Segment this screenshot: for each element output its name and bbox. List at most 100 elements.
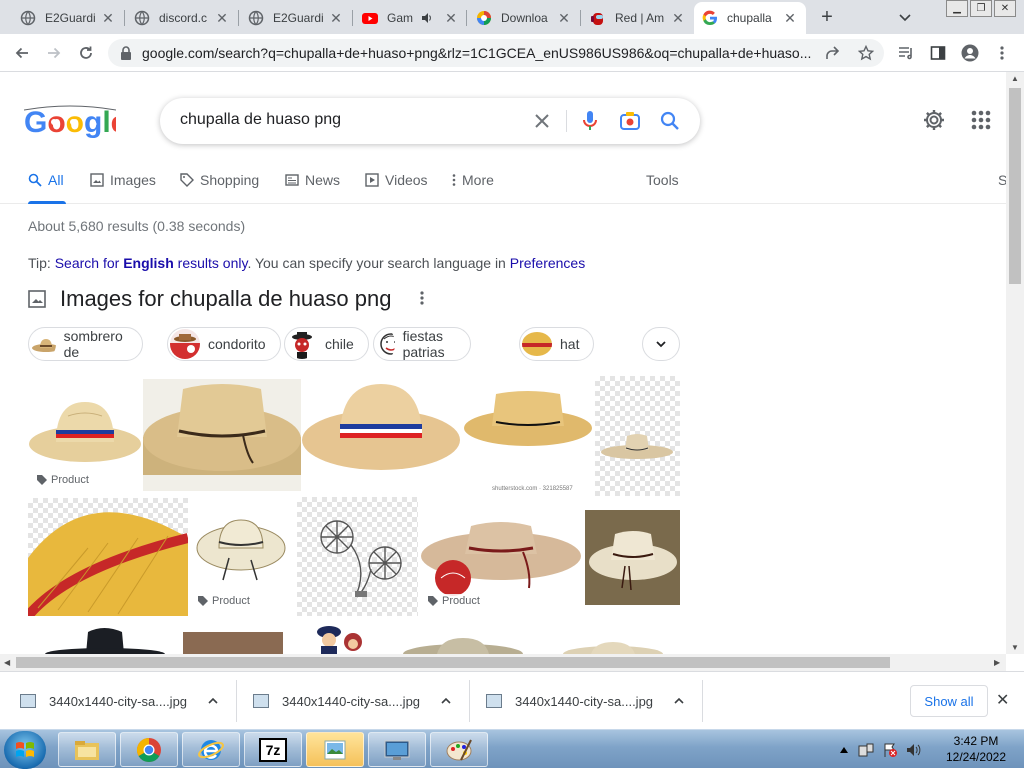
search-input[interactable]: chupalla de huaso png <box>180 111 341 129</box>
image-result[interactable] <box>595 376 680 496</box>
show-hidden-icons-icon[interactable] <box>840 746 848 753</box>
tab-news[interactable]: News <box>285 172 340 188</box>
vertical-scrollbar[interactable]: ▲ ▼ <box>1006 72 1024 654</box>
image-result[interactable] <box>391 620 537 654</box>
new-tab-button[interactable]: + <box>816 6 838 28</box>
close-tab-icon[interactable]: ✕ <box>782 10 798 26</box>
chip-hat[interactable]: hat <box>519 327 595 361</box>
taskbar-photo-viewer[interactable] <box>306 732 364 767</box>
chevron-up-icon[interactable] <box>673 695 685 707</box>
browser-tab-5[interactable]: Downloa ✕ <box>468 4 580 32</box>
download-item[interactable]: 3440x1440-city-sa....jpg <box>253 672 452 730</box>
browser-tab-3[interactable]: E2Guardi ✕ <box>240 4 352 32</box>
image-result[interactable] <box>28 498 188 616</box>
taskbar-7zip[interactable]: 7z <box>244 732 302 767</box>
minimize-button[interactable]: ▁ <box>946 0 968 17</box>
image-result[interactable]: Product <box>419 498 584 614</box>
images-section-title[interactable]: Images for chupalla de huaso png <box>60 286 391 312</box>
voice-search-icon[interactable] <box>578 109 602 133</box>
close-tab-icon[interactable]: ✕ <box>100 10 116 26</box>
settings-gear-icon[interactable] <box>922 108 946 132</box>
clear-search-icon[interactable] <box>530 109 554 133</box>
search-english-link[interactable]: Search for English results only <box>55 255 248 271</box>
tab-search-chevron-icon[interactable] <box>898 10 912 24</box>
chevron-up-icon[interactable] <box>207 695 219 707</box>
search-box[interactable]: chupalla de huaso png <box>160 98 700 144</box>
search-icon[interactable] <box>658 109 682 133</box>
google-apps-grid-icon[interactable] <box>969 108 993 132</box>
restore-button[interactable]: ❐ <box>970 0 992 17</box>
close-tab-icon[interactable]: ✕ <box>214 10 230 26</box>
chip-chile[interactable]: chile <box>284 327 369 361</box>
reload-button[interactable] <box>74 41 98 65</box>
chip-sombrero-de[interactable]: sombrero de <box>28 327 144 361</box>
scrollbar-thumb[interactable] <box>1009 88 1021 284</box>
scroll-left-arrow-icon[interactable]: ◀ <box>4 658 10 667</box>
speaker-icon[interactable] <box>421 12 433 24</box>
taskbar-chrome[interactable] <box>120 732 178 767</box>
devices-icon[interactable] <box>858 742 874 758</box>
image-result[interactable] <box>297 497 418 616</box>
url-text[interactable]: google.com/search?q=chupalla+de+huaso+pn… <box>142 45 822 61</box>
chip-fiestas-patrias[interactable]: fiestas patrias <box>373 327 472 361</box>
volume-icon[interactable] <box>906 742 922 758</box>
close-download-shelf-icon[interactable]: ✕ <box>996 690 1009 710</box>
scroll-right-arrow-icon[interactable]: ▶ <box>994 658 1000 667</box>
taskbar-clock[interactable]: 3:42 PM 12/24/2022 <box>940 733 1012 765</box>
chips-next-button[interactable] <box>642 327 680 361</box>
browser-tab-6[interactable]: Red | Am ✕ <box>582 4 694 32</box>
bookmark-star-icon[interactable] <box>858 45 874 61</box>
browser-tab-active[interactable]: chupalla ✕ <box>694 2 806 34</box>
taskbar-internet-explorer[interactable] <box>182 732 240 767</box>
image-result[interactable] <box>539 620 680 654</box>
chip-condorito[interactable]: condorito <box>167 327 281 361</box>
image-result[interactable] <box>585 510 680 605</box>
action-center-flag-icon[interactable] <box>882 742 898 758</box>
download-item[interactable]: 3440x1440-city-sa....jpg <box>20 672 219 730</box>
image-result[interactable] <box>183 632 283 654</box>
forward-button[interactable] <box>42 41 66 65</box>
tab-all[interactable]: All <box>28 172 64 188</box>
image-result[interactable] <box>28 620 181 654</box>
image-result[interactable]: shutterstock.com · 321825587 <box>462 376 594 494</box>
lens-camera-icon[interactable] <box>618 109 642 133</box>
tab-more[interactable]: More <box>452 172 494 188</box>
close-tab-icon[interactable]: ✕ <box>443 10 459 26</box>
taskbar-screen-app[interactable] <box>368 732 426 767</box>
scroll-up-arrow-icon[interactable]: ▲ <box>1011 74 1019 83</box>
download-item[interactable]: 3440x1440-city-sa....jpg <box>486 672 685 730</box>
horizontal-scrollbar[interactable]: ◀ ▶ <box>0 654 1006 671</box>
share-icon[interactable] <box>824 45 840 61</box>
image-result[interactable]: Product <box>28 376 142 493</box>
chevron-up-icon[interactable] <box>440 695 452 707</box>
google-doodle-logo[interactable]: Google <box>23 104 127 139</box>
taskbar-file-explorer[interactable] <box>58 732 116 767</box>
image-result[interactable]: Product <box>189 498 296 614</box>
tab-images[interactable]: Images <box>90 172 156 188</box>
show-all-downloads-button[interactable]: Show all <box>910 685 988 717</box>
image-result[interactable] <box>143 379 301 491</box>
scrollbar-thumb[interactable] <box>16 657 890 668</box>
lock-icon[interactable] <box>120 46 132 60</box>
scroll-down-arrow-icon[interactable]: ▼ <box>1011 643 1019 652</box>
kebab-menu-icon[interactable] <box>420 290 424 306</box>
back-button[interactable] <box>10 41 34 65</box>
address-bar[interactable]: google.com/search?q=chupalla+de+huaso+pn… <box>108 39 884 67</box>
close-tab-icon[interactable]: ✕ <box>556 10 572 26</box>
tab-shopping[interactable]: Shopping <box>180 172 259 188</box>
reading-list-button[interactable] <box>894 41 918 65</box>
close-tab-icon[interactable]: ✕ <box>328 10 344 26</box>
tools-button[interactable]: Tools <box>646 172 679 188</box>
profile-button[interactable] <box>958 41 982 65</box>
close-window-button[interactable]: ✕ <box>994 0 1016 17</box>
tab-videos[interactable]: Videos <box>365 172 428 188</box>
side-panel-button[interactable] <box>926 41 950 65</box>
preferences-link[interactable]: Preferences <box>510 255 585 271</box>
close-tab-icon[interactable]: ✕ <box>670 10 686 26</box>
start-button[interactable] <box>4 731 46 769</box>
browser-tab-2[interactable]: discord.c ✕ <box>126 4 238 32</box>
image-result[interactable] <box>285 620 389 654</box>
browser-tab-1[interactable]: E2Guardi ✕ <box>12 4 124 32</box>
browser-menu-button[interactable] <box>990 41 1014 65</box>
taskbar-paint[interactable] <box>430 732 488 767</box>
